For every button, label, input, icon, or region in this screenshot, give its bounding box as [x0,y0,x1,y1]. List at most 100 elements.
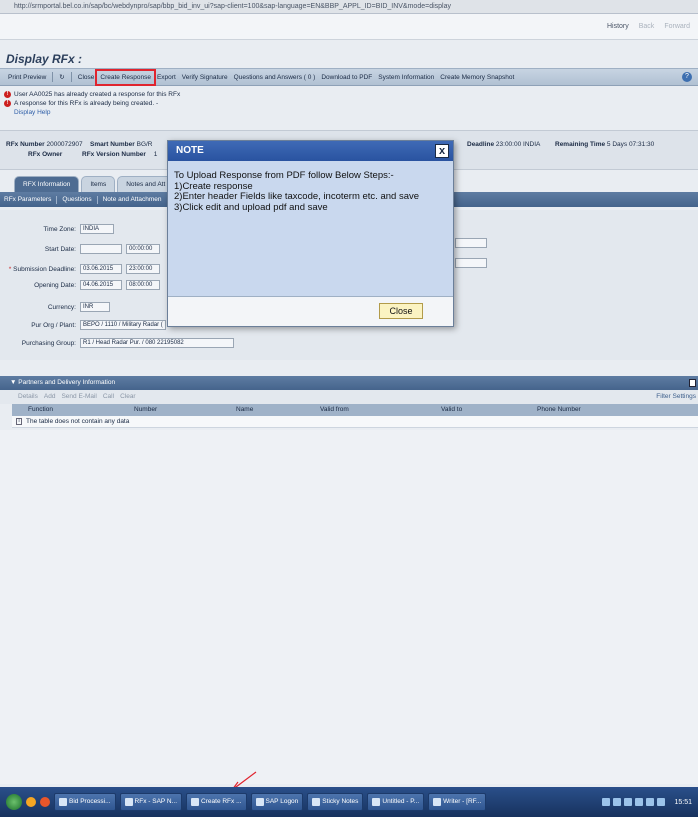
section-settings-icon[interactable] [689,379,696,387]
timezone-label: Time Zone: [43,225,76,233]
empty-table-text: The table does not contain any data [26,418,130,425]
currency-label: Currency: [47,303,76,311]
dialog-step: 3)Click edit and upload pdf and save [174,201,328,213]
tab-notes-attachments[interactable]: Notes and Att [117,176,175,192]
column-header[interactable]: Number [134,404,157,416]
partners-table-header: Function Number Name Valid from Valid to… [12,404,698,416]
submission-time-field[interactable]: 23:00:00 [126,264,160,274]
taskbar-item[interactable]: Bid Processi... [54,793,116,811]
start-date-field[interactable] [80,244,122,254]
tray-icon[interactable] [624,798,633,806]
purchasing-group-field[interactable]: R1 / Head Radar Pur. / 080 22195082 [80,338,234,348]
clear-button[interactable]: Clear [120,390,136,404]
forward-link[interactable]: Forward [664,23,690,30]
subtab-notes[interactable]: Note and Attachmen [103,196,162,203]
system-tray: 15:51 [602,798,698,806]
writer-icon [433,798,442,806]
opening-time-field[interactable]: 08:00:00 [126,280,160,290]
close-dialog-button[interactable]: Close [379,303,423,319]
filter-settings-link[interactable]: Filter Settings [656,390,696,404]
taskbar-item-label: Writer - [RF... [443,798,482,805]
dialog-body: To Upload Response from PDF follow Below… [168,161,453,296]
paint-icon [372,798,381,806]
start-button-icon[interactable] [6,794,22,810]
column-header[interactable]: Valid from [320,404,349,416]
windows-taskbar: Bid Processi... RFx - SAP N... Create RF… [0,787,698,817]
opening-date-field[interactable]: 04.06.2015 [80,280,122,290]
submission-deadline-text: Submission Deadline: [13,265,76,273]
column-header[interactable]: Valid to [441,404,462,416]
smart-number-value: BG/R [136,141,153,148]
content-blank-area [0,430,698,784]
sticky-notes-icon [312,798,321,806]
taskbar-item-label: Bid Processi... [69,798,111,805]
rfx-version-label: RFx Version Number [82,151,146,158]
column-header[interactable]: Name [236,404,253,416]
taskbar-item[interactable]: Create RFx ... [186,793,247,811]
questions-answers-button[interactable]: Questions and Answers ( 0 ) [234,74,316,81]
browser-address-bar[interactable]: http://srmportal.bel.co.in/sap/bc/webdyn… [0,0,698,14]
taskbar-item[interactable]: Writer - [RF... [428,793,487,811]
column-header[interactable]: Function [28,404,53,416]
call-button[interactable]: Call [103,390,114,404]
purchasing-group-label: Purchasing Group: [21,339,76,347]
tray-icon[interactable] [613,798,622,806]
rfx-number-value: 2000072907 [46,141,83,148]
currency-field[interactable]: INR [80,302,110,312]
dialog-footer: Close [168,296,453,326]
display-help-link[interactable]: Display Help [14,109,51,116]
ie-icon [59,798,67,806]
subtab-questions[interactable]: Questions [62,196,91,203]
refresh-icon[interactable]: ↻ [59,73,64,81]
history-link[interactable]: History [607,23,629,30]
taskbar-item-label: Sticky Notes [322,798,359,805]
browser-icon[interactable] [40,797,50,807]
message-text: A response for this RFx is already being… [14,100,159,107]
hidden-field[interactable] [455,238,487,248]
memory-snapshot-button[interactable]: Create Memory Snapshot [440,74,514,81]
close-button[interactable]: Close [78,74,95,81]
verify-signature-button[interactable]: Verify Signature [182,74,228,81]
clock: 15:51 [674,798,692,806]
send-email-button[interactable]: Send E-Mail [61,390,96,404]
taskbar-item[interactable]: SAP Logon [250,793,304,811]
subtab-rfx-parameters[interactable]: RFx Parameters [4,196,51,203]
tab-rfx-information[interactable]: RFX Information [14,176,80,192]
taskbar-item-label: Create RFx ... [201,798,242,805]
taskbar-item-label: Untitled - P... [382,798,420,805]
column-header[interactable]: Phone Number [537,404,581,416]
submission-date-field[interactable]: 03.06.2015 [80,264,122,274]
create-response-button[interactable]: Create Response [95,68,156,86]
print-preview-button[interactable]: Print Preview [8,74,46,81]
hidden-field[interactable] [455,258,487,268]
details-button[interactable]: Details [18,390,38,404]
close-icon[interactable]: x [435,144,449,158]
tab-items[interactable]: Items [81,176,116,192]
system-information-button[interactable]: System Information [378,74,434,81]
taskbar-item[interactable]: RFx - SAP N... [119,793,183,811]
tray-icon[interactable] [646,798,655,806]
main-tabs: RFX Information Items Notes and Att [14,176,175,192]
tray-icon[interactable] [635,798,644,806]
pur-org-field[interactable]: BEPO / 1110 / Military Radar ( [80,320,166,330]
volume-icon[interactable] [657,798,666,806]
download-pdf-button[interactable]: Download to PDF [321,74,372,81]
start-time-field[interactable]: 00:00:00 [126,244,160,254]
address-text: http://srmportal.bel.co.in/sap/bc/webdyn… [14,3,451,10]
tray-icon[interactable] [602,798,611,806]
rfx-owner-label: RFx Owner [28,151,63,158]
taskbar-item[interactable]: Sticky Notes [307,793,364,811]
firefox-icon[interactable] [26,797,36,807]
dialog-intro: To Upload Response from PDF follow Below… [174,170,394,181]
help-icon[interactable]: ? [682,72,692,82]
partners-section-header[interactable]: ▼ Partners and Delivery Information [0,376,698,390]
back-link[interactable]: Back [639,23,655,30]
table-empty-row: i The table does not contain any data [12,416,698,428]
deadline-label: Deadline [467,141,495,148]
add-button[interactable]: Add [44,390,56,404]
taskbar-item[interactable]: Untitled - P... [367,793,425,811]
export-button[interactable]: Export [157,74,176,81]
toolbar-separator [52,72,54,82]
timezone-field[interactable]: INDIA [80,224,114,234]
subtab-separator [56,195,58,204]
